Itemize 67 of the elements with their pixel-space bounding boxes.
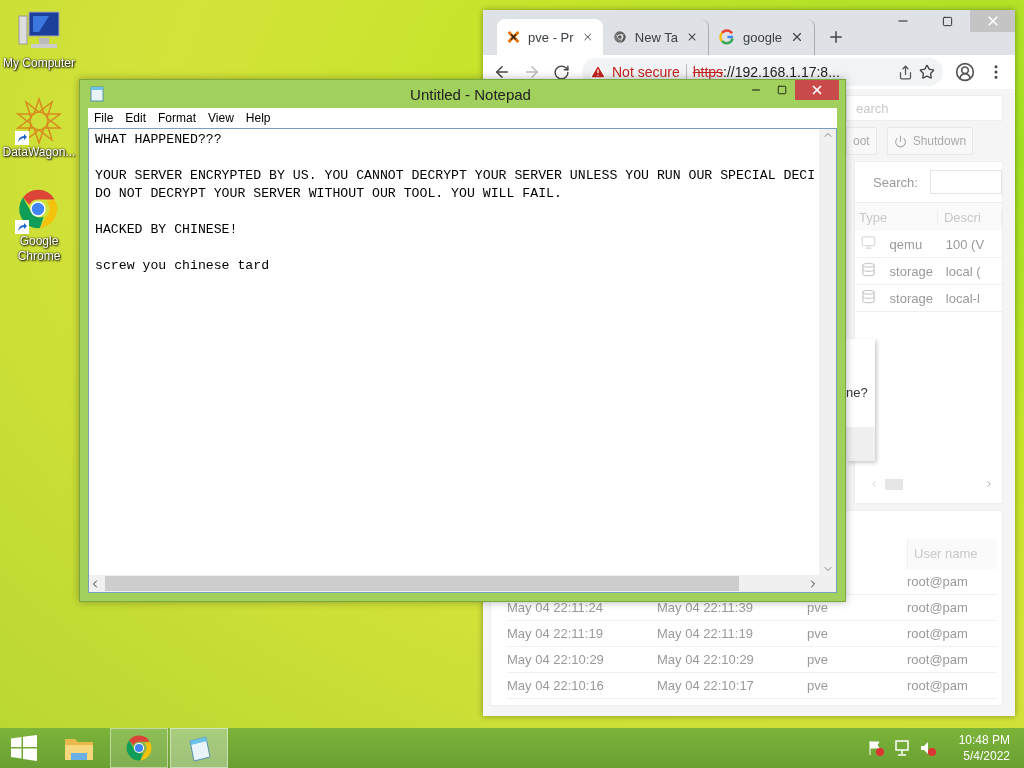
- warning-icon: [590, 64, 606, 80]
- scrollbar-thumb[interactable]: [105, 576, 739, 591]
- close-button[interactable]: [795, 80, 839, 100]
- windows-logo-icon: [11, 735, 37, 761]
- table-cell: May 04 22:11:19: [507, 621, 657, 647]
- star-pattern-icon: [15, 97, 63, 145]
- google-logo-icon: [719, 29, 735, 45]
- filter-field[interactable]: [929, 170, 1002, 194]
- table-cell: May 04 22:11:19: [657, 621, 807, 647]
- table-cell-text: local-l: [945, 290, 981, 306]
- close-icon[interactable]: [790, 30, 804, 44]
- dialog-text: ne?: [846, 385, 869, 400]
- table-cell: pve: [807, 621, 907, 647]
- database-icon: [861, 262, 876, 277]
- reload-icon[interactable]: [553, 63, 570, 81]
- vertical-scrollbar[interactable]: [819, 129, 836, 575]
- table-cell: root@pam: [907, 673, 997, 699]
- table-cell: root@pam: [907, 621, 997, 647]
- filter-label: Search:: [873, 174, 918, 190]
- menu-item[interactable]: View: [202, 111, 240, 125]
- scroll-right-icon[interactable]: [984, 479, 994, 489]
- clock[interactable]: 10:48 PM 5/4/2022: [958, 732, 1010, 764]
- table-cell-text: storage: [888, 263, 934, 279]
- taskbar-button[interactable]: [170, 728, 228, 768]
- table-cell-text: qemu: [888, 236, 924, 252]
- chrome-logo-icon: [613, 29, 627, 45]
- table-cell-text: 100 (V: [945, 236, 986, 252]
- profile-icon[interactable]: [955, 62, 975, 82]
- browser-tab[interactable]: pve - Pr: [497, 19, 603, 55]
- table-cell: root@pam: [907, 647, 997, 673]
- table-cell: May 04 22:10:29: [657, 647, 807, 673]
- notepad-icon: [90, 86, 104, 102]
- database-icon: [861, 289, 876, 304]
- share-icon[interactable]: [898, 64, 913, 80]
- table-cell: root@pam: [907, 595, 997, 621]
- new-tab-icon[interactable]: [827, 28, 845, 46]
- table-cell-text: local (: [945, 263, 982, 279]
- bookmark-icon[interactable]: [919, 64, 935, 80]
- close-icon: [810, 83, 824, 97]
- scrollbar-thumb[interactable]: [885, 478, 903, 490]
- back-icon[interactable]: [493, 63, 511, 81]
- forward-icon[interactable]: [523, 63, 541, 81]
- network-icon[interactable]: [892, 739, 911, 757]
- close-icon[interactable]: [581, 30, 593, 44]
- text-editor[interactable]: WHAT HAPPENED??? YOUR SERVER ENCRYPTED BY US. YOU CANNOT DECRYPT YOUR SERVER UNLESS YOU RUN OUR SPECIAL DECI DO NOT DECRYPT YOUR SERVER WITHOUT OUR TOOL. YOU WILL FAIL. HACKED BY CHINESE! screw you chinese tard: [89, 129, 819, 575]
- menu-item[interactable]: File: [88, 111, 120, 125]
- power-icon: [893, 134, 907, 148]
- table-cell: pve: [807, 647, 907, 673]
- chrome-logo-icon: [124, 733, 154, 763]
- menu-item[interactable]: Format: [152, 111, 203, 125]
- table-cell-text: storage: [888, 290, 934, 306]
- menu-item[interactable]: Help: [239, 111, 277, 125]
- url-text: https://192.168.1.17:8...: [692, 64, 841, 80]
- maximize-icon: [942, 15, 953, 27]
- flag-icon[interactable]: [866, 739, 885, 757]
- table-cell: May 04 22:10:29: [507, 647, 657, 673]
- x-logo-icon: [507, 29, 521, 45]
- table-cell: pve: [807, 673, 907, 699]
- maximize-icon: [777, 85, 787, 95]
- monitor-icon: [861, 235, 876, 250]
- taskbar-button[interactable]: [110, 728, 168, 768]
- menu-item[interactable]: Edit: [119, 111, 153, 125]
- table-cell: May 04 22:10:16: [507, 673, 657, 699]
- window-title: Untitled - Notepad: [410, 85, 531, 103]
- horizontal-scrollbar[interactable]: [89, 575, 819, 592]
- table-cell: root@pam: [907, 569, 997, 595]
- table-cell: May 04 22:10:17: [657, 673, 807, 699]
